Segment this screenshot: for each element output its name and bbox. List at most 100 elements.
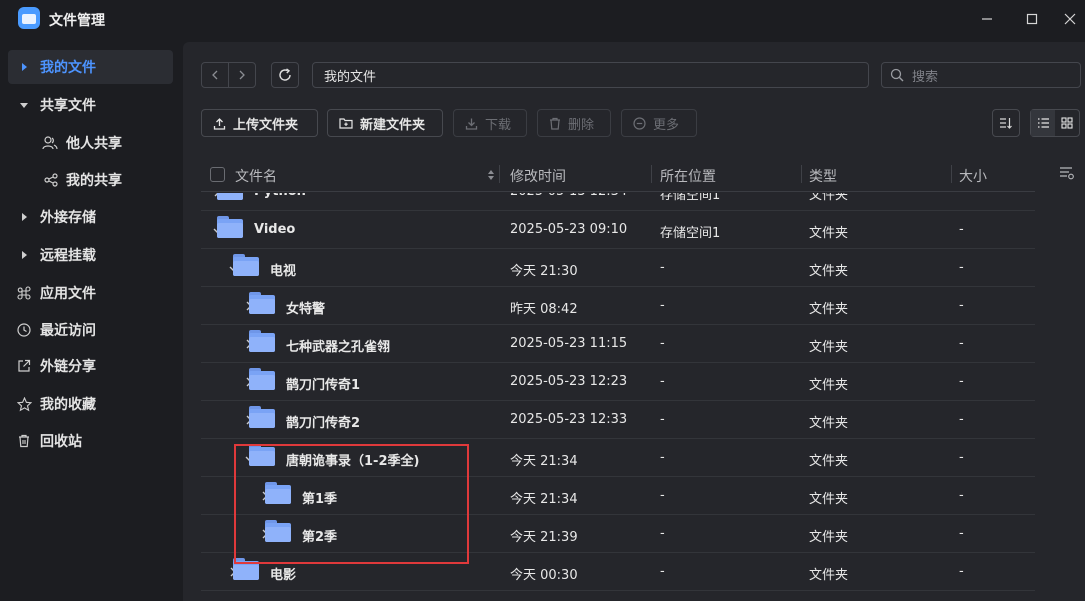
sidebar-item-my-shared[interactable]: 我的共享 (8, 163, 173, 197)
column-settings-icon (1060, 167, 1074, 180)
new-folder-icon (339, 117, 353, 129)
file-size: - (959, 412, 964, 427)
grid-view-button[interactable] (1055, 110, 1079, 136)
sidebar-item-label: 应用文件 (40, 286, 96, 302)
column-header-type[interactable]: 类型 (809, 166, 837, 186)
select-all-checkbox[interactable] (210, 167, 225, 182)
delete-button[interactable]: 删除 (537, 109, 611, 137)
close-button[interactable] (1055, 6, 1085, 32)
file-size: - (959, 193, 964, 199)
file-location: - (660, 260, 665, 275)
minimize-button[interactable] (972, 6, 1002, 32)
file-size: - (959, 336, 964, 351)
sidebar-item-label: 我的共享 (66, 173, 122, 189)
sidebar-item-app-files[interactable]: 应用文件 (8, 276, 173, 310)
sort-button[interactable] (992, 109, 1020, 137)
delete-label: 删除 (568, 117, 595, 133)
folder-icon (249, 292, 275, 314)
caret-right-icon (8, 213, 40, 221)
back-button[interactable] (202, 63, 228, 87)
sidebar-item-recent[interactable]: 最近访问 (8, 313, 173, 347)
table-row[interactable]: 女特警 昨天 08:42 - 文件夹 - (201, 287, 1035, 325)
file-name: 女特警 (286, 302, 326, 317)
new-folder-button[interactable]: 新建文件夹 (327, 109, 443, 137)
more-button[interactable]: 更多 (621, 109, 697, 137)
sidebar-item-shared-files[interactable]: 共享文件 (8, 88, 173, 122)
file-type: 文件夹 (809, 416, 849, 431)
file-modified: 今天 00:30 (510, 568, 578, 583)
file-location: 存储空间1 (660, 226, 721, 241)
file-name: 七种武器之孔雀翎 (286, 340, 391, 355)
file-location: - (660, 336, 665, 351)
sidebar-item-favorites[interactable]: 我的收藏 (8, 387, 173, 421)
file-location: - (660, 412, 665, 427)
folder-icon (249, 368, 275, 390)
table-row[interactable]: 电视 今天 21:30 - 文件夹 - (201, 249, 1035, 287)
sidebar-item-label: 回收站 (40, 434, 82, 450)
folder-icon (249, 406, 275, 428)
sidebar-item-label: 共享文件 (40, 98, 96, 114)
title-bar: 文件管理 (0, 0, 1085, 40)
share-icon (8, 173, 66, 187)
file-modified: 昨天 08:42 (510, 302, 578, 317)
file-modified: 今天 21:39 (510, 530, 578, 545)
list-view-icon (1037, 118, 1049, 128)
column-header-size[interactable]: 大小 (959, 166, 987, 186)
sidebar-item-remote-mount[interactable]: 远程挂载 (8, 238, 173, 272)
table-row[interactable]: Python 2025-05-13 12:34 存储空间1 文件夹 - (201, 193, 1035, 211)
forward-button[interactable] (228, 63, 255, 87)
view-toggle (1030, 109, 1080, 137)
sidebar-item-my-files[interactable]: 我的文件 (8, 50, 173, 84)
column-settings-button[interactable] (1059, 166, 1075, 184)
trash-icon (8, 434, 40, 448)
sidebar-item-trash[interactable]: 回收站 (8, 424, 173, 458)
file-type: 文件夹 (809, 530, 849, 545)
list-view-button[interactable] (1031, 110, 1055, 136)
caret-right-icon (8, 63, 40, 71)
file-type: 文件夹 (809, 193, 849, 203)
column-header-name[interactable]: 文件名 (235, 166, 277, 186)
sort-arrows-icon[interactable] (487, 168, 495, 186)
maximize-button[interactable] (1017, 6, 1047, 32)
sidebar-item-label: 远程挂载 (40, 248, 96, 264)
upload-folder-label: 上传文件夹 (233, 117, 299, 133)
sidebar-item-link-share[interactable]: 外链分享 (8, 349, 173, 383)
column-divider[interactable] (801, 165, 802, 183)
sidebar-item-label: 外链分享 (40, 359, 96, 375)
file-modified: 2025-05-23 11:15 (510, 336, 628, 351)
search-input[interactable]: 搜索 (881, 62, 1081, 88)
column-divider[interactable] (499, 165, 500, 183)
sidebar-item-label: 外接存储 (40, 210, 96, 226)
file-location: - (660, 526, 665, 541)
file-size: - (959, 374, 964, 389)
upload-folder-button[interactable]: 上传文件夹 (201, 109, 318, 137)
file-name: 电影 (270, 568, 297, 583)
file-modified: 2025-05-23 09:10 (510, 222, 628, 237)
refresh-icon (279, 68, 291, 81)
table-row[interactable]: 鹊刀门传奇1 2025-05-23 12:23 - 文件夹 - (201, 363, 1035, 401)
external-link-icon (8, 359, 40, 373)
column-header-location[interactable]: 所在位置 (660, 166, 716, 186)
table-row[interactable]: Video 2025-05-23 09:10 存储空间1 文件夹 - (201, 211, 1035, 249)
table-row[interactable]: 鹊刀门传奇2 2025-05-23 12:33 - 文件夹 - (201, 401, 1035, 439)
clock-icon (8, 323, 40, 337)
refresh-button[interactable] (271, 62, 299, 88)
sidebar-item-external-storage[interactable]: 外接存储 (8, 200, 173, 234)
file-name: Video (254, 222, 296, 237)
column-header-modified[interactable]: 修改时间 (510, 166, 566, 186)
folder-icon (233, 254, 259, 276)
file-type: 文件夹 (809, 264, 849, 279)
file-modified: 今天 21:30 (510, 264, 578, 279)
sidebar-item-others-shared[interactable]: 他人共享 (8, 126, 173, 160)
path-bar[interactable]: 我的文件 (312, 62, 869, 88)
file-size: - (959, 298, 964, 313)
download-label: 下载 (485, 117, 512, 133)
column-divider[interactable] (651, 165, 652, 183)
download-button[interactable]: 下载 (453, 109, 527, 137)
close-icon (1064, 13, 1076, 25)
file-modified: 2025-05-13 12:34 (510, 193, 627, 199)
highlight-box (234, 444, 469, 564)
column-divider[interactable] (951, 165, 952, 183)
table-row[interactable]: 七种武器之孔雀翎 2025-05-23 11:15 - 文件夹 - (201, 325, 1035, 363)
more-icon (633, 116, 646, 130)
